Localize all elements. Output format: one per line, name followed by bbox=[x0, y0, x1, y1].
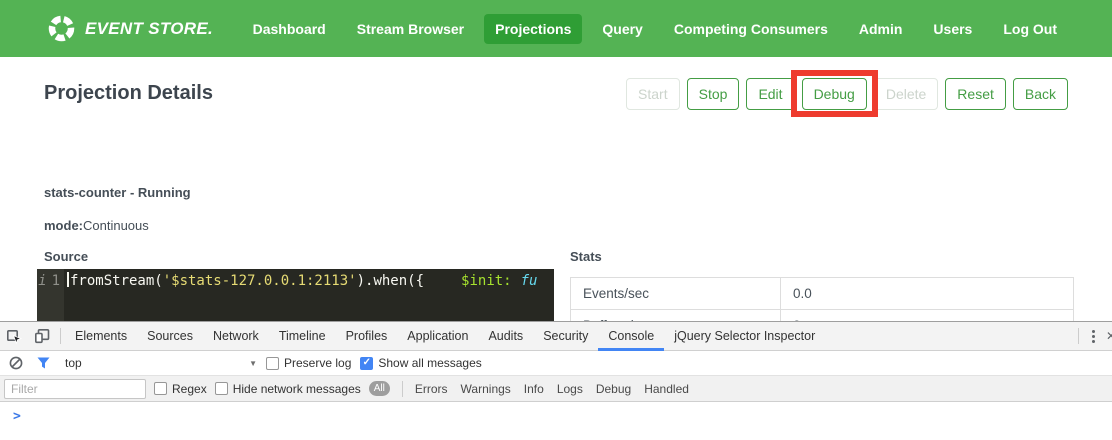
tab-jquery-selector-inspector[interactable]: jQuery Selector Inspector bbox=[664, 322, 825, 350]
console-toolbar: top ▼ Preserve log ✓ Show all messages bbox=[0, 351, 1112, 376]
nav-item-stream-browser[interactable]: Stream Browser bbox=[346, 14, 475, 44]
close-devtools-icon[interactable]: ✕ bbox=[1104, 329, 1112, 343]
nav-item-admin[interactable]: Admin bbox=[848, 14, 914, 44]
main-content: Projection Details Start Stop Edit Debug… bbox=[0, 57, 1112, 321]
code-init-keyword: $init: bbox=[461, 273, 512, 289]
code-plain-2: ).when({ bbox=[357, 273, 424, 289]
reset-button[interactable]: Reset bbox=[945, 78, 1006, 110]
mode-value: Continuous bbox=[83, 218, 149, 233]
level-errors[interactable]: Errors bbox=[415, 382, 448, 396]
code-function-keyword: fu bbox=[521, 273, 538, 289]
tab-audits[interactable]: Audits bbox=[478, 322, 533, 350]
level-warnings[interactable]: Warnings bbox=[461, 382, 511, 396]
code-plain-1: fromStream( bbox=[70, 273, 163, 289]
projection-name-status: stats-counter - Running bbox=[44, 185, 191, 200]
preserve-log-checkbox[interactable] bbox=[266, 357, 279, 370]
preserve-log-label: Preserve log bbox=[284, 356, 351, 370]
start-button[interactable]: Start bbox=[626, 78, 680, 110]
delete-button[interactable]: Delete bbox=[874, 78, 938, 110]
level-debug[interactable]: Debug bbox=[596, 382, 631, 396]
brand[interactable]: EVENT STORE. bbox=[48, 15, 213, 42]
hide-network-label: Hide network messages bbox=[233, 382, 361, 396]
preserve-log-group: Preserve log bbox=[266, 356, 351, 370]
brand-text: EVENT STORE. bbox=[85, 19, 213, 39]
tab-network[interactable]: Network bbox=[203, 322, 269, 350]
devtools-tabbar-right: ✕ bbox=[1074, 322, 1112, 350]
divider bbox=[1078, 328, 1079, 344]
show-all-messages-checkbox[interactable]: ✓ bbox=[360, 357, 373, 370]
eventstore-logo-icon bbox=[48, 15, 75, 42]
level-logs[interactable]: Logs bbox=[557, 382, 583, 396]
frame-context-select[interactable]: top ▼ bbox=[61, 356, 257, 370]
nav-item-projections[interactable]: Projections bbox=[484, 14, 582, 44]
hide-network-group: Hide network messages bbox=[215, 382, 361, 396]
divider bbox=[402, 381, 403, 397]
tab-security[interactable]: Security bbox=[533, 322, 598, 350]
regex-checkbox[interactable] bbox=[154, 382, 167, 395]
frame-context-value: top bbox=[65, 356, 82, 370]
top-navbar: EVENT STORE. Dashboard Stream Browser Pr… bbox=[0, 0, 1112, 57]
devtools-tabbar: Elements Sources Network Timeline Profil… bbox=[0, 322, 1112, 351]
stop-button[interactable]: Stop bbox=[687, 78, 740, 110]
tab-timeline[interactable]: Timeline bbox=[269, 322, 336, 350]
tab-console[interactable]: Console bbox=[598, 322, 664, 350]
nav-item-query[interactable]: Query bbox=[591, 14, 653, 44]
console-prompt-chevron: > bbox=[13, 409, 21, 424]
console-filter-bar: Regex Hide network messages All Errors W… bbox=[0, 376, 1112, 402]
inspect-element-icon[interactable] bbox=[0, 322, 28, 350]
debug-button-wrap: Debug bbox=[802, 78, 867, 110]
tab-profiles[interactable]: Profiles bbox=[336, 322, 398, 350]
nav-item-dashboard[interactable]: Dashboard bbox=[242, 14, 337, 44]
show-all-messages-label: Show all messages bbox=[378, 356, 481, 370]
back-button[interactable]: Back bbox=[1013, 78, 1068, 110]
hide-network-checkbox[interactable] bbox=[215, 382, 228, 395]
filter-input[interactable] bbox=[4, 379, 146, 399]
source-section-label: Source bbox=[44, 249, 88, 264]
tab-elements[interactable]: Elements bbox=[65, 322, 137, 350]
console-input-area[interactable]: > bbox=[0, 402, 1112, 439]
regex-label: Regex bbox=[172, 382, 207, 396]
level-filters: Errors Warnings Info Logs Debug Handled bbox=[415, 382, 689, 396]
mode-label: mode: bbox=[44, 218, 83, 233]
editor-cursor bbox=[67, 272, 69, 287]
nav-item-users[interactable]: Users bbox=[922, 14, 983, 44]
stat-value: 0.0 bbox=[781, 278, 1073, 309]
all-levels-badge[interactable]: All bbox=[369, 381, 390, 396]
code-string: '$stats-127.0.0.1:2113' bbox=[163, 273, 357, 289]
clear-console-icon[interactable] bbox=[7, 356, 25, 370]
tab-sources[interactable]: Sources bbox=[137, 322, 203, 350]
tab-application[interactable]: Application bbox=[397, 322, 478, 350]
nav-item-competing-consumers[interactable]: Competing Consumers bbox=[663, 14, 839, 44]
level-handled[interactable]: Handled bbox=[644, 382, 689, 396]
show-all-messages-group: ✓ Show all messages bbox=[360, 356, 481, 370]
edit-button[interactable]: Edit bbox=[746, 78, 794, 110]
stat-name: Events/sec bbox=[571, 278, 781, 309]
kebab-menu-icon[interactable] bbox=[1083, 330, 1104, 343]
nav-menu: Dashboard Stream Browser Projections Que… bbox=[242, 14, 1068, 44]
divider bbox=[60, 328, 61, 344]
table-row: Events/sec 0.0 bbox=[571, 278, 1073, 310]
filter-funnel-icon[interactable] bbox=[34, 357, 52, 369]
chevron-down-icon: ▼ bbox=[249, 359, 257, 368]
page-title: Projection Details bbox=[44, 82, 213, 105]
stats-section-label: Stats bbox=[570, 249, 602, 264]
action-buttons: Start Stop Edit Debug Delete Reset Back bbox=[626, 78, 1068, 110]
projection-mode: mode:Continuous bbox=[44, 218, 149, 233]
level-info[interactable]: Info bbox=[524, 382, 544, 396]
devtools-panel: Elements Sources Network Timeline Profil… bbox=[0, 321, 1112, 440]
nav-item-logout[interactable]: Log Out bbox=[992, 14, 1068, 44]
toggle-device-toolbar-icon[interactable] bbox=[28, 322, 56, 350]
regex-group: Regex bbox=[154, 382, 207, 396]
debug-button[interactable]: Debug bbox=[802, 78, 867, 110]
